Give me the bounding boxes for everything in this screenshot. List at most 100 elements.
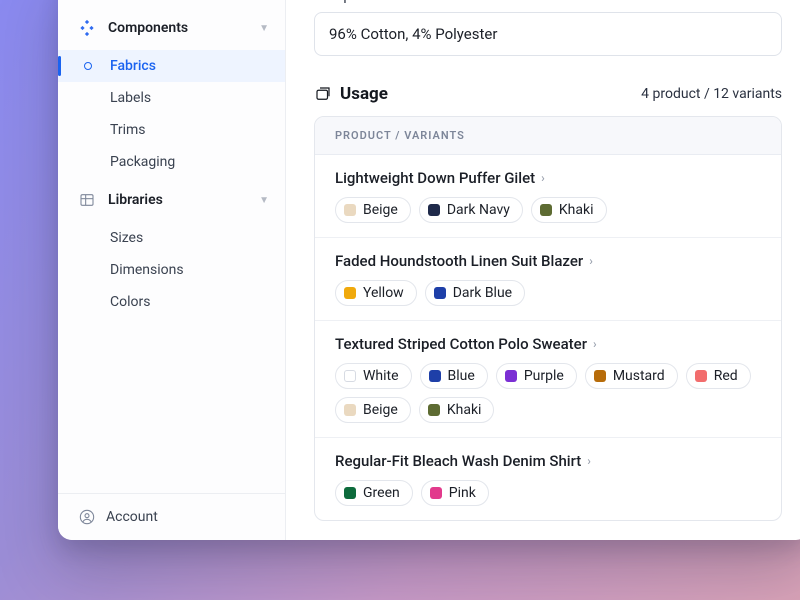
usage-title: Usage: [340, 84, 388, 104]
sidebar-section-label: Libraries: [108, 192, 163, 208]
variant-chip[interactable]: Dark Blue: [425, 280, 525, 306]
sidebar-item-label: Dimensions: [110, 262, 184, 278]
variant-chip[interactable]: Pink: [421, 480, 489, 506]
variant-label: Red: [714, 368, 738, 384]
account-link[interactable]: Account: [58, 493, 285, 540]
color-swatch: [344, 487, 356, 499]
color-swatch: [505, 370, 517, 382]
sidebar-item-sizes[interactable]: Sizes: [58, 222, 285, 254]
usage-meta: 4 product / 12 variants: [641, 86, 782, 102]
color-swatch: [344, 370, 356, 382]
chevron-right-icon: ›: [541, 171, 545, 185]
sidebar-item-label: Sizes: [110, 230, 143, 246]
composition-label: Composition: [314, 0, 782, 4]
sidebar-item-trims[interactable]: Trims: [58, 114, 285, 146]
variant-chip[interactable]: White: [335, 363, 412, 389]
variant-chip[interactable]: Blue: [420, 363, 488, 389]
table-icon: [78, 191, 96, 209]
sidebar-section-components[interactable]: Components ▼: [58, 6, 285, 50]
usage-row: Regular-Fit Bleach Wash Denim Shirt › Gree…: [315, 438, 781, 520]
variant-chip[interactable]: Green: [335, 480, 413, 506]
variant-chip[interactable]: Khaki: [419, 397, 495, 423]
product-name-label: Regular-Fit Bleach Wash Denim Shirt: [335, 452, 581, 470]
variant-label: Purple: [524, 368, 564, 384]
color-swatch: [434, 287, 446, 299]
cards-icon: [314, 85, 332, 103]
usage-section-header: Usage 4 product / 12 variants: [314, 84, 782, 104]
chevron-down-icon: ▼: [259, 195, 269, 206]
app-window: ProductsComponents▼FabricsLabelsTrimsPac…: [58, 0, 800, 540]
usage-table: PRODUCT / VARIANTS Lightweight Down Puff…: [314, 116, 782, 521]
variant-label: Khaki: [559, 202, 594, 218]
sidebar-item-labels[interactable]: Labels: [58, 82, 285, 114]
color-swatch: [594, 370, 606, 382]
account-icon: [78, 508, 96, 526]
variant-chip[interactable]: Beige: [335, 397, 411, 423]
variant-chips: Beige Dark Navy Khaki: [335, 197, 761, 223]
product-link[interactable]: Regular-Fit Bleach Wash Denim Shirt ›: [335, 452, 761, 470]
active-dot-icon: [84, 62, 92, 70]
variant-label: Yellow: [363, 285, 404, 301]
variant-chip[interactable]: Beige: [335, 197, 411, 223]
variant-label: Khaki: [447, 402, 482, 418]
variant-label: Dark Navy: [447, 202, 510, 218]
sidebar-item-label: Labels: [110, 90, 151, 106]
variant-chip[interactable]: Khaki: [531, 197, 607, 223]
variant-label: Pink: [449, 485, 476, 501]
variant-label: Mustard: [613, 368, 665, 384]
variant-label: Beige: [363, 202, 398, 218]
color-swatch: [344, 204, 356, 216]
sidebar-item-label: Trims: [110, 122, 146, 138]
color-swatch: [344, 287, 356, 299]
usage-row: Textured Striped Cotton Polo Sweater › Whi…: [315, 321, 781, 438]
sidebar-item-colors[interactable]: Colors: [58, 286, 285, 318]
variant-chip[interactable]: Red: [686, 363, 751, 389]
product-link[interactable]: Faded Houndstooth Linen Suit Blazer ›: [335, 252, 761, 270]
sidebar-item-label: Packaging: [110, 154, 175, 170]
color-swatch: [695, 370, 707, 382]
color-swatch: [430, 487, 442, 499]
variant-chip[interactable]: Yellow: [335, 280, 417, 306]
variant-label: Blue: [448, 368, 475, 384]
composition-field: Composition: [314, 0, 782, 56]
product-name-label: Faded Houndstooth Linen Suit Blazer: [335, 252, 583, 270]
variant-label: Dark Blue: [453, 285, 512, 301]
variant-chip[interactable]: Dark Navy: [419, 197, 523, 223]
sidebar-section-libraries[interactable]: Libraries ▼: [58, 178, 285, 222]
product-name-label: Textured Striped Cotton Polo Sweater: [335, 335, 587, 353]
variant-label: Green: [363, 485, 400, 501]
sidebar: ProductsComponents▼FabricsLabelsTrimsPac…: [58, 0, 286, 540]
account-label: Account: [106, 509, 158, 525]
chevron-down-icon: ▼: [259, 23, 269, 34]
variant-label: Beige: [363, 402, 398, 418]
sidebar-item-dimensions[interactable]: Dimensions: [58, 254, 285, 286]
chevron-right-icon: ›: [589, 254, 593, 268]
sidebar-item-label: Colors: [110, 294, 150, 310]
variant-chips: Yellow Dark Blue: [335, 280, 761, 306]
variant-label: White: [363, 368, 399, 384]
composition-input[interactable]: [314, 12, 782, 56]
sidebar-item-label: Fabrics: [110, 58, 156, 74]
usage-row: Faded Houndstooth Linen Suit Blazer › Yell…: [315, 238, 781, 321]
usage-row: Lightweight Down Puffer Gilet › Beige Dark …: [315, 155, 781, 238]
color-swatch: [428, 404, 440, 416]
variant-chip[interactable]: Mustard: [585, 363, 678, 389]
product-link[interactable]: Lightweight Down Puffer Gilet ›: [335, 169, 761, 187]
color-swatch: [428, 204, 440, 216]
color-swatch: [344, 404, 356, 416]
chevron-right-icon: ›: [593, 337, 597, 351]
variant-chips: Green Pink: [335, 480, 761, 506]
usage-table-header: PRODUCT / VARIANTS: [315, 117, 781, 155]
sidebar-section-label: Components: [108, 20, 188, 36]
product-link[interactable]: Textured Striped Cotton Polo Sweater ›: [335, 335, 761, 353]
variant-chips: White Blue Purple Mustard Red Beige Khaki: [335, 363, 761, 423]
color-swatch: [540, 204, 552, 216]
sidebar-item-packaging[interactable]: Packaging: [58, 146, 285, 178]
diamonds-icon: [78, 19, 96, 37]
variant-chip[interactable]: Purple: [496, 363, 577, 389]
main-content: Composition Usage 4 product / 12 variant…: [286, 0, 800, 540]
chevron-right-icon: ›: [587, 454, 591, 468]
sidebar-item-fabrics[interactable]: Fabrics: [58, 50, 285, 82]
color-swatch: [429, 370, 441, 382]
product-name-label: Lightweight Down Puffer Gilet: [335, 169, 535, 187]
